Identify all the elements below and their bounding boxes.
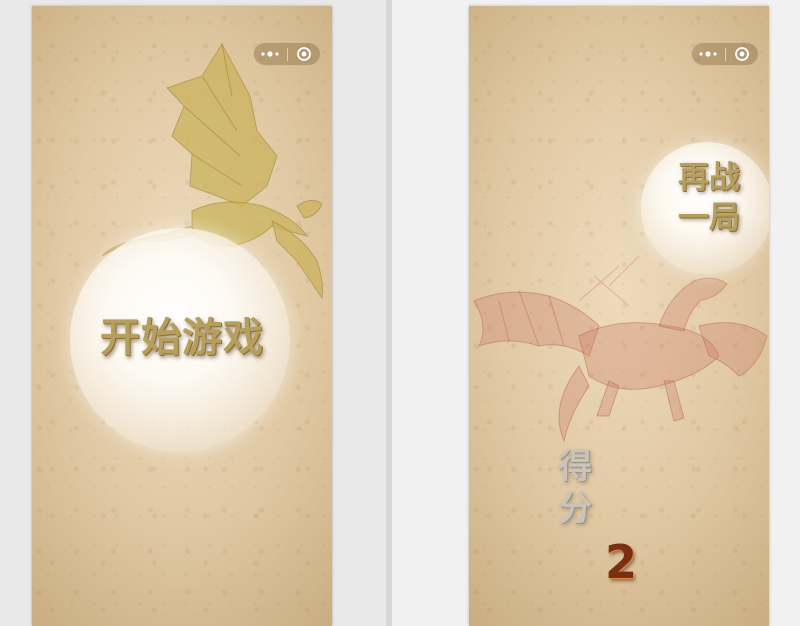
close-button[interactable] [726,43,759,65]
start-screen: 开始游戏 [32,6,332,626]
more-button[interactable] [692,43,725,65]
play-again-button[interactable]: 再战 一局 [659,158,759,238]
score-label: 得 分 [558,447,592,529]
red-dragon-illustration [473,256,768,443]
start-game-button[interactable]: 开始游戏 [72,314,292,362]
game-over-screen: 再战 一局 得 分 2 [469,6,769,626]
score-value: 2 [604,535,637,589]
mini-program-capsule [691,42,759,66]
target-circle-icon [734,47,749,61]
more-dots-icon [699,51,717,57]
